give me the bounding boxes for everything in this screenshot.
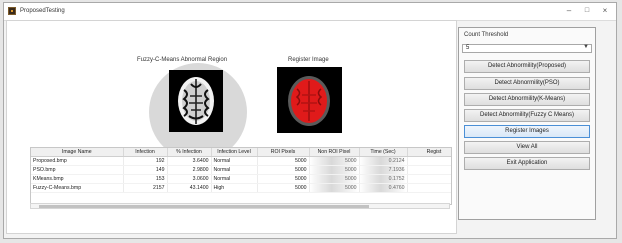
- column-header[interactable]: Image Name: [31, 148, 124, 157]
- table-row[interactable]: PSO.bmp 149 2.9800 Normal 5000 5000 7.19…: [31, 165, 451, 175]
- table-cell: Normal: [211, 174, 258, 184]
- table-cell: 192: [123, 156, 168, 166]
- exit-application-button[interactable]: Exit Application: [464, 157, 590, 170]
- column-header[interactable]: % Infection: [167, 148, 212, 157]
- threshold-value: 5: [466, 45, 470, 51]
- threshold-label: Count Threshold: [464, 32, 509, 38]
- table-row[interactable]: KMeans.bmp 153 3.0600 Normal 5000 5000 0…: [31, 174, 451, 184]
- table-cell: High: [211, 183, 258, 193]
- table-header-row: Image Name Infection % Infection Infecti…: [31, 148, 451, 157]
- table-cell: 43.1400: [167, 183, 212, 193]
- control-panel: Count Threshold 5 ▼ Detect Abnormility(P…: [458, 27, 596, 220]
- table-cell: 5000: [257, 183, 310, 193]
- table-cell: 153: [123, 174, 168, 184]
- table-row[interactable]: Fuzzy-C-Means.bmp 2157 43.1400 High 5000…: [31, 183, 451, 193]
- fuzzy-image-label: Fuzzy-C-Means Abnormal Region: [137, 57, 228, 63]
- register-image-label: Register Image: [288, 57, 329, 63]
- table-horizontal-scrollbar[interactable]: [30, 203, 450, 209]
- table-cell: 0.4760: [359, 183, 408, 193]
- table-cell: 149: [123, 165, 168, 175]
- chevron-down-icon[interactable]: ▼: [583, 44, 589, 50]
- column-header[interactable]: Time (Sec): [359, 148, 408, 157]
- table-cell: [407, 174, 451, 184]
- table-cell: Proposed.bmp: [31, 156, 124, 166]
- table-cell: 2157: [123, 183, 168, 193]
- table-cell: Normal: [211, 156, 258, 166]
- detect-proposed-button[interactable]: Detect Abnormility(Proposed): [464, 60, 590, 73]
- table-cell: Fuzzy-C-Means.bmp: [31, 183, 124, 193]
- results-table[interactable]: Image Name Infection % Infection Infecti…: [30, 147, 452, 205]
- column-header[interactable]: Infection Level: [211, 148, 258, 157]
- table-cell: 5000: [257, 165, 310, 175]
- table-cell: 0.1752: [359, 174, 408, 184]
- view-all-button[interactable]: View All: [464, 141, 590, 154]
- maximize-button[interactable]: □: [580, 6, 594, 16]
- table-cell: 5000: [257, 156, 310, 166]
- threshold-dropdown[interactable]: 5 ▼: [462, 44, 592, 53]
- table-cell: 2.9800: [167, 165, 212, 175]
- fuzzy-result-image: [169, 70, 223, 132]
- table-cell: 5000: [309, 174, 360, 184]
- app-icon: [8, 7, 16, 15]
- table-cell: 3.6400: [167, 156, 212, 166]
- title-bar: ProposedTesting – □ ×: [4, 3, 616, 21]
- register-images-button[interactable]: Register Images: [464, 125, 590, 138]
- brain-segmentation-image: [178, 77, 214, 125]
- minimize-button[interactable]: –: [562, 6, 576, 16]
- table-cell: PSO.bmp: [31, 165, 124, 175]
- table-cell: [407, 156, 451, 166]
- table-cell: 0.2124: [359, 156, 408, 166]
- window-title: ProposedTesting: [20, 8, 65, 14]
- table-cell: 5000: [309, 156, 360, 166]
- column-header[interactable]: ROI Pixels: [257, 148, 310, 157]
- table-cell: Normal: [211, 165, 258, 175]
- column-header[interactable]: Non ROI Pixel: [309, 148, 360, 157]
- table-cell: [407, 183, 451, 193]
- table-cell: 5000: [309, 165, 360, 175]
- close-button[interactable]: ×: [598, 6, 612, 16]
- column-header[interactable]: Infection: [123, 148, 168, 157]
- register-result-image: [277, 67, 342, 133]
- scrollbar-thumb[interactable]: [39, 205, 369, 208]
- table-cell: 5000: [309, 183, 360, 193]
- detect-kmeans-button[interactable]: Detect Abnormility(K-Means): [464, 93, 590, 106]
- table-cell: 5000: [257, 174, 310, 184]
- brain-registration-image: [288, 76, 330, 126]
- column-header[interactable]: Regist: [407, 148, 451, 157]
- table-cell: KMeans.bmp: [31, 174, 124, 184]
- table-row[interactable]: Proposed.bmp 192 3.6400 Normal 5000 5000…: [31, 156, 451, 166]
- detect-pso-button[interactable]: Detect Abnormility(PSO): [464, 77, 590, 90]
- table-cell: [407, 165, 451, 175]
- table-cell: 3.0600: [167, 174, 212, 184]
- detect-fuzzy-cmeans-button[interactable]: Detect Abnormility(Fuzzy C Means): [464, 109, 590, 122]
- table-cell: 7.1936: [359, 165, 408, 175]
